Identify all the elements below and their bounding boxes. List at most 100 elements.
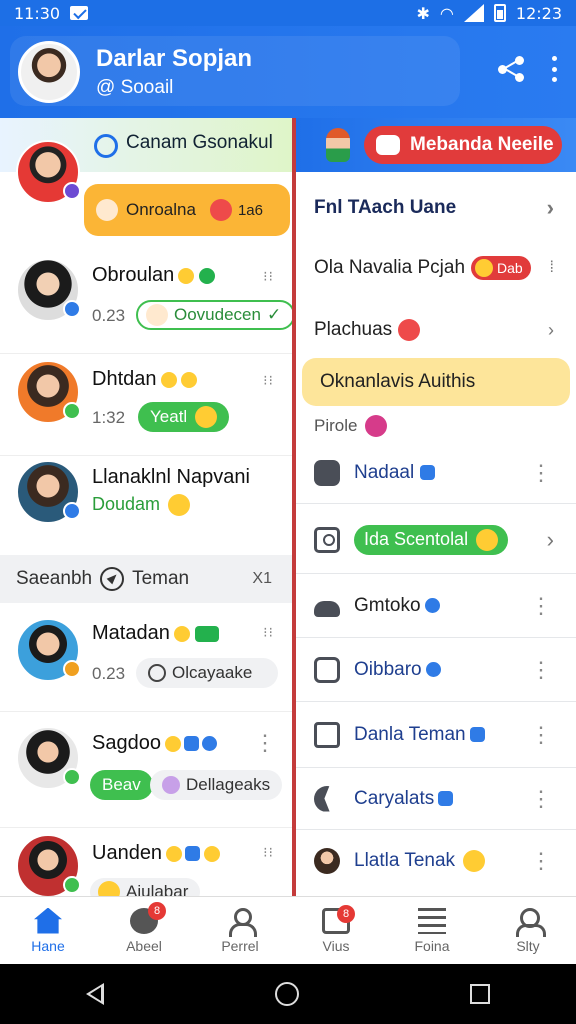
menu-item[interactable]: Llatla Tenak ⋮ — [296, 830, 576, 892]
status-time-left: 11:30 — [14, 3, 61, 23]
notification-badge: 8 — [337, 904, 355, 923]
moon-icon — [314, 785, 330, 812]
contact-avatar — [16, 618, 81, 682]
chat-item[interactable]: Dhtdan ⁝⁝ 1:32 Yeatl — [0, 356, 292, 456]
more-options-icon[interactable]: ⋮ — [254, 732, 276, 754]
mascot-icon — [326, 128, 350, 162]
verified-icon — [201, 736, 217, 752]
nav-home[interactable]: Hane — [0, 897, 96, 964]
menu-item[interactable]: Danla Teman ⋮ — [296, 702, 576, 768]
menu-item[interactable]: Ida Scentolal › — [296, 506, 576, 574]
message-pill: Beav — [90, 770, 153, 800]
more-options-icon[interactable] — [550, 56, 558, 82]
share-icon[interactable] — [498, 56, 524, 82]
menu-item[interactable]: Fnl TAach Uane › — [296, 180, 576, 236]
nav-perrel[interactable]: Perrel — [192, 897, 288, 964]
menu-item[interactable]: Oibbaro ⋮ — [296, 638, 576, 702]
chat-item[interactable]: Uanden ⁝⁝ Aiulabar — [0, 832, 292, 896]
more-options-icon[interactable]: ⋮ — [530, 461, 552, 484]
menu-item[interactable]: Plachuas › — [296, 302, 576, 358]
media-icon: 8 — [322, 904, 355, 934]
menu-item[interactable]: Ola Navalia Pcjah Dab ⁞ — [296, 240, 576, 296]
more-options-icon[interactable]: ⋮ — [530, 787, 552, 810]
face-emoji-icon — [96, 199, 118, 221]
contact-avatar — [16, 834, 81, 896]
bag-icon — [314, 656, 340, 683]
chat-icon — [376, 135, 400, 155]
nav-label: Vius — [322, 937, 350, 954]
message-pill: Aiulabar — [90, 878, 201, 896]
face-emoji-icon — [146, 304, 168, 326]
section-title: Teman — [132, 568, 190, 589]
contact-name: Llanaklnl Napvani — [92, 466, 250, 488]
camera-icon — [314, 526, 340, 553]
home-button-icon[interactable] — [274, 982, 299, 1006]
profile-avatar[interactable] — [18, 41, 80, 103]
status-badge — [63, 182, 81, 200]
message-pill: Onroalna 1a6 — [84, 184, 290, 236]
emoji-icon — [463, 850, 486, 872]
nav-abeel[interactable]: 8 Abeel — [96, 897, 192, 964]
emoji-icon — [475, 259, 494, 277]
green-tag-icon — [194, 625, 219, 642]
more-options-icon[interactable]: ⋮ — [530, 850, 552, 872]
menu-item[interactable]: Gmtoko ⋮ — [296, 574, 576, 638]
chat-item[interactable]: Obroulan ⁝⁝ 0.23 Oovudecen ✓ — [0, 254, 292, 354]
menu-section-label: Pirole — [296, 408, 576, 444]
star-icon — [160, 371, 177, 388]
more-options-icon[interactable]: ⋮ — [530, 594, 552, 617]
mebanda-chip[interactable]: Mebanda Neeile — [364, 126, 562, 164]
drag-handle-icon[interactable]: ⁞ — [550, 259, 554, 277]
drag-handle-icon[interactable]: ⁝⁝ — [263, 372, 274, 389]
chevron-right-icon: › — [548, 319, 554, 340]
nav-label: Hane — [31, 937, 65, 954]
section-header[interactable]: Saeanbh Teman X1 — [0, 555, 292, 603]
verified-icon — [424, 598, 440, 613]
wifi-icon: ◠ — [439, 3, 454, 23]
contact-avatar — [16, 726, 81, 790]
menu-panel-header: Mebanda Neeile — [296, 118, 576, 172]
profile-name: Darlar Sopjan — [96, 45, 253, 72]
badge-icon — [180, 371, 197, 388]
drag-handle-icon[interactable]: ⁝⁝ — [263, 268, 274, 285]
message-preview: Onroalna — [126, 200, 196, 219]
menu-item-highlighted[interactable]: Oknanlavis Auithis — [302, 358, 570, 406]
contact-name: Uanden — [92, 842, 221, 865]
profile-search-icon — [514, 907, 546, 937]
emoji-icon — [98, 881, 120, 896]
contact-avatar — [16, 460, 81, 524]
contact-name: Obroulan — [92, 264, 216, 287]
contact-avatar — [16, 140, 81, 204]
voice-icon — [148, 664, 166, 682]
copy-icon — [314, 721, 340, 748]
nav-foina[interactable]: Foina — [384, 897, 480, 964]
chat-item[interactable]: Onroalna 1a6 — [0, 138, 292, 238]
nav-vius[interactable]: 8 Vius — [288, 897, 384, 964]
emoji-icon — [173, 625, 190, 642]
more-options-icon[interactable]: ⋮ — [530, 723, 552, 746]
star-icon — [178, 267, 195, 284]
recent-apps-icon[interactable] — [470, 984, 491, 1004]
menu-item[interactable]: Caryalats ⋮ — [296, 768, 576, 830]
contact-name: Sagdoo — [92, 732, 217, 755]
message-preview: Doudam — [92, 494, 191, 517]
chat-item[interactable]: Sagdoo ⋮ Beav Dellageaks — [0, 718, 292, 828]
section-count: X1 — [252, 570, 272, 587]
back-icon[interactable] — [85, 983, 104, 1005]
message-pill: Yeatl — [138, 402, 230, 432]
chat-list-panel: Canam Gsonakul Onroalna 1a6 Obroulan ⁝⁝ … — [0, 118, 292, 896]
menu-item[interactable]: Nadaal ⋮ — [296, 442, 576, 504]
chat-item[interactable]: Llanaklnl Napvani Doudam — [0, 458, 292, 554]
drag-handle-icon[interactable]: ⁝⁝ — [263, 844, 274, 861]
emoji-icon — [164, 735, 181, 752]
more-options-icon[interactable]: ⋮ — [530, 658, 552, 681]
drag-handle-icon[interactable]: ⁝⁝ — [263, 624, 274, 641]
bottom-navigation: Hane 8 Abeel Perrel 8 Vius Foina Slty — [0, 896, 576, 964]
face-emoji-icon — [162, 776, 180, 794]
status-bar: 11:30 ✱ ◠ 12:23 — [0, 0, 576, 26]
nav-slty[interactable]: Slty — [480, 897, 576, 964]
emoji-icon — [476, 528, 499, 551]
chat-item[interactable]: Matadan ⁝⁝ 0.23 Olcayaake — [0, 612, 292, 712]
send-icon: 8 — [130, 901, 166, 934]
message-time: 1:32 — [92, 408, 126, 427]
